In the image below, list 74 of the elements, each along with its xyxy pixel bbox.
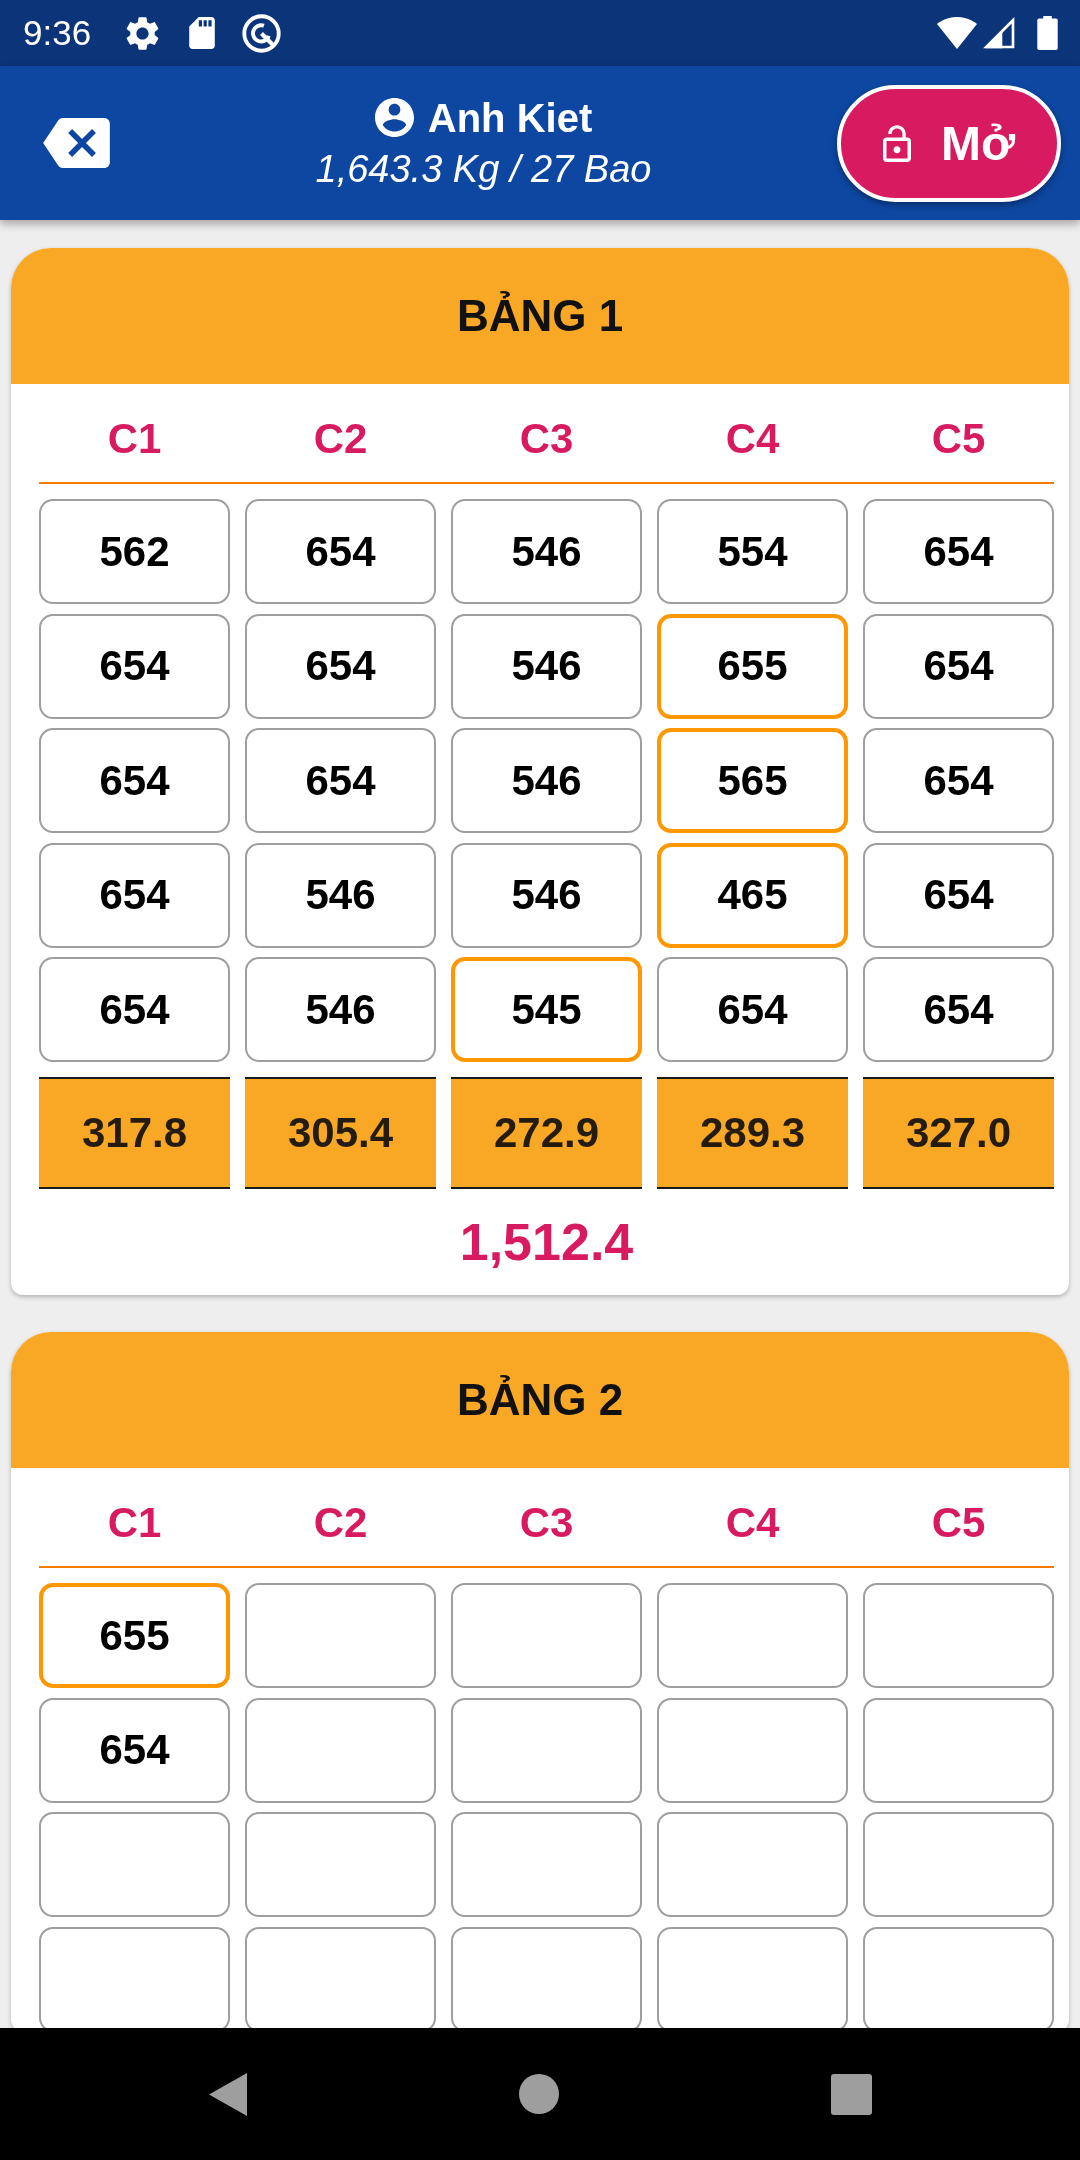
column-total: 305.4 <box>245 1077 436 1189</box>
recents-icon[interactable] <box>830 2073 872 2115</box>
unlock-button[interactable]: Mở <box>837 84 1061 202</box>
weight-field[interactable] <box>451 1697 642 1803</box>
column-header: C5 <box>931 415 986 463</box>
customer-name: Anh Kiet <box>427 94 593 141</box>
weight-field[interactable] <box>657 1812 848 1917</box>
column-header: C4 <box>725 1499 780 1547</box>
weight-field[interactable]: 654 <box>39 728 230 833</box>
settings-icon <box>125 15 161 51</box>
column-header: C4 <box>725 415 780 463</box>
column-total: 327.0 <box>863 1077 1054 1189</box>
weight-field[interactable]: 655 <box>39 1583 230 1688</box>
weight-field[interactable] <box>451 1812 642 1917</box>
weight-field[interactable]: 654 <box>657 957 848 1062</box>
wifi-icon <box>937 17 977 49</box>
weight-field[interactable]: 565 <box>657 728 848 833</box>
weight-field[interactable]: 654 <box>245 499 436 604</box>
table-title: BẢNG 1 <box>456 291 624 341</box>
grand-total: 1,512.4 <box>459 1212 634 1272</box>
column-header: C1 <box>107 415 162 463</box>
weight-field[interactable] <box>451 1583 642 1688</box>
weight-field[interactable] <box>863 1583 1054 1688</box>
weight-field[interactable]: 654 <box>39 613 230 719</box>
weight-field[interactable] <box>863 1697 1054 1803</box>
weight-field[interactable]: 546 <box>245 842 436 948</box>
signal-icon <box>983 17 1015 49</box>
sd-card-icon <box>189 17 216 49</box>
weight-field[interactable] <box>245 1697 436 1803</box>
table-title: BẢNG 2 <box>456 1375 624 1425</box>
weight-field[interactable]: 654 <box>863 842 1054 948</box>
weight-field[interactable]: 654 <box>245 728 436 833</box>
weight-field[interactable]: 655 <box>657 613 848 719</box>
weight-field[interactable]: 654 <box>39 957 230 1062</box>
column-total: 317.8 <box>39 1077 230 1189</box>
weight-field[interactable] <box>657 1697 848 1803</box>
weight-field[interactable]: 654 <box>863 613 1054 719</box>
weight-field[interactable] <box>245 1583 436 1688</box>
column-total: 289.3 <box>657 1077 848 1189</box>
weight-field[interactable]: 562 <box>39 499 230 604</box>
weight-field[interactable]: 546 <box>245 957 436 1062</box>
column-header: C1 <box>107 1499 162 1547</box>
battery-icon <box>1037 16 1058 50</box>
column-total: 272.9 <box>451 1077 642 1189</box>
weight-field[interactable]: 654 <box>245 613 436 719</box>
column-header: C5 <box>931 1499 986 1547</box>
weight-field[interactable]: 546 <box>451 842 642 948</box>
ring-icon <box>242 13 282 53</box>
weight-field[interactable]: 546 <box>451 613 642 719</box>
weight-field[interactable]: 545 <box>451 957 642 1062</box>
weight-field[interactable] <box>245 1812 436 1917</box>
column-header: C2 <box>313 1499 368 1547</box>
status-time: 9:36 <box>23 13 92 53</box>
weight-field[interactable]: 546 <box>451 499 642 604</box>
backspace-icon[interactable] <box>43 118 110 168</box>
column-header: C3 <box>519 1499 574 1547</box>
weight-field[interactable]: 465 <box>657 842 848 948</box>
weight-field[interactable]: 654 <box>39 842 230 948</box>
weight-field[interactable]: 654 <box>863 957 1054 1062</box>
weight-field[interactable] <box>657 1583 848 1688</box>
column-header: C3 <box>519 415 574 463</box>
home-icon[interactable] <box>518 2074 559 2114</box>
lock-open-icon <box>882 124 911 162</box>
weight-summary: 1,643.3 Kg / 27 Bao <box>315 146 652 192</box>
back-icon[interactable] <box>208 2072 247 2116</box>
account-icon <box>374 98 414 137</box>
column-header: C2 <box>313 415 368 463</box>
weight-field[interactable]: 554 <box>657 499 848 604</box>
weight-field[interactable]: 654 <box>863 499 1054 604</box>
weight-field[interactable]: 546 <box>451 728 642 833</box>
weight-field[interactable] <box>39 1812 230 1917</box>
weight-field[interactable]: 654 <box>863 728 1054 833</box>
weight-field[interactable]: 654 <box>39 1697 230 1803</box>
weight-field[interactable] <box>863 1812 1054 1917</box>
